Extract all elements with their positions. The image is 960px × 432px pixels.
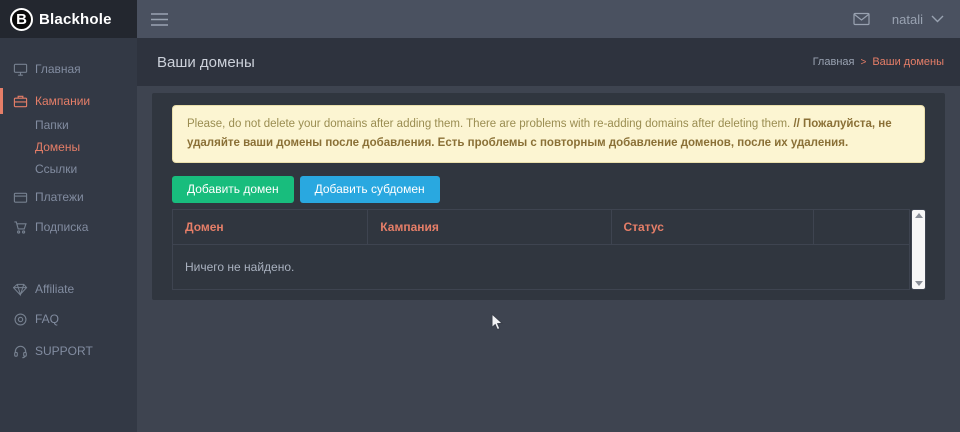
table-row: Ничего не найдено.: [173, 244, 910, 289]
column-header-actions: [814, 209, 910, 244]
sidebar: B Blackhole Главная Кампании Папки Домен…: [0, 0, 137, 432]
sidebar-item-payments[interactable]: Платежи: [0, 184, 137, 210]
sidebar-item-home[interactable]: Главная: [0, 56, 137, 82]
ring-icon: [13, 312, 28, 327]
page-header: Ваши домены Главная > Ваши домены: [137, 38, 960, 86]
scroll-up-arrow[interactable]: [915, 213, 923, 218]
sidebar-nav: Главная Кампании Папки Домены Ссылки: [0, 38, 137, 364]
sidebar-subitem-domains[interactable]: Домены: [0, 136, 137, 158]
hamburger-menu-icon[interactable]: [150, 12, 169, 27]
column-header-domain[interactable]: Домен: [173, 209, 368, 244]
brand-logo[interactable]: B Blackhole: [0, 0, 137, 38]
content-area: Please, do not delete your domains after…: [137, 86, 960, 432]
add-domain-button[interactable]: Добавить домен: [172, 176, 294, 203]
topbar-right: natali: [853, 12, 944, 27]
sidebar-item-label: Папки: [35, 118, 69, 132]
sidebar-item-label: FAQ: [35, 312, 59, 326]
domains-card: Please, do not delete your domains after…: [152, 93, 945, 300]
app-window: B Blackhole Главная Кампании Папки Домен…: [0, 0, 960, 432]
sidebar-item-campaigns[interactable]: Кампании: [0, 88, 137, 114]
headset-icon: [13, 344, 28, 359]
column-header-status[interactable]: Статус: [611, 209, 814, 244]
main-area: natali Ваши домены Главная > Ваши домены…: [137, 0, 960, 432]
sidebar-item-subscription[interactable]: Подписка: [0, 214, 137, 240]
sidebar-item-support[interactable]: SUPPORT: [0, 338, 137, 364]
brand-name: Blackhole: [39, 11, 112, 28]
sidebar-item-affiliate[interactable]: Affiliate: [0, 276, 137, 302]
sidebar-subitem-folders[interactable]: Папки: [0, 114, 137, 136]
column-header-campaign[interactable]: Кампания: [368, 209, 611, 244]
breadcrumb-separator: >: [860, 57, 866, 68]
mail-icon[interactable]: [853, 12, 870, 26]
empty-message: Ничего не найдено.: [173, 244, 910, 289]
breadcrumb-home[interactable]: Главная: [813, 56, 855, 68]
brand-logo-icon: B: [10, 8, 33, 31]
monitor-icon: [13, 62, 28, 77]
sidebar-item-label: SUPPORT: [35, 344, 93, 358]
domains-table-wrap: Домен Кампания Статус Ничего не найдено.: [172, 209, 925, 290]
sidebar-item-faq[interactable]: FAQ: [0, 306, 137, 332]
cart-icon: [13, 220, 28, 235]
briefcase-icon: [13, 94, 28, 109]
table-header-row: Домен Кампания Статус: [173, 209, 910, 244]
sidebar-item-label: Кампании: [35, 94, 90, 108]
sidebar-item-label: Домены: [35, 140, 80, 154]
breadcrumb: Главная > Ваши домены: [813, 56, 944, 68]
gem-icon: [13, 282, 28, 297]
breadcrumb-current: Ваши домены: [872, 56, 944, 68]
page-title: Ваши домены: [157, 54, 255, 71]
sidebar-item-label: Ссылки: [35, 162, 77, 176]
sidebar-item-label: Главная: [35, 62, 81, 76]
sidebar-item-label: Подписка: [35, 220, 88, 234]
chevron-down-icon[interactable]: [931, 15, 944, 23]
scroll-down-arrow[interactable]: [915, 281, 923, 286]
toolbar: Добавить домен Добавить субдомен: [172, 176, 925, 203]
credit-card-icon: [13, 190, 28, 205]
topbar: natali: [137, 0, 960, 38]
sidebar-item-label: Платежи: [35, 190, 84, 204]
sidebar-subitem-links[interactable]: Ссылки: [0, 158, 137, 180]
user-menu[interactable]: natali: [892, 12, 923, 27]
domains-table: Домен Кампания Статус Ничего не найдено.: [172, 209, 910, 290]
table-scrollbar[interactable]: [912, 210, 925, 289]
sidebar-item-label: Affiliate: [35, 282, 74, 296]
add-subdomain-button[interactable]: Добавить субдомен: [300, 176, 440, 203]
warning-alert: Please, do not delete your domains after…: [172, 105, 925, 163]
alert-text-en: Please, do not delete your domains after…: [187, 118, 790, 130]
